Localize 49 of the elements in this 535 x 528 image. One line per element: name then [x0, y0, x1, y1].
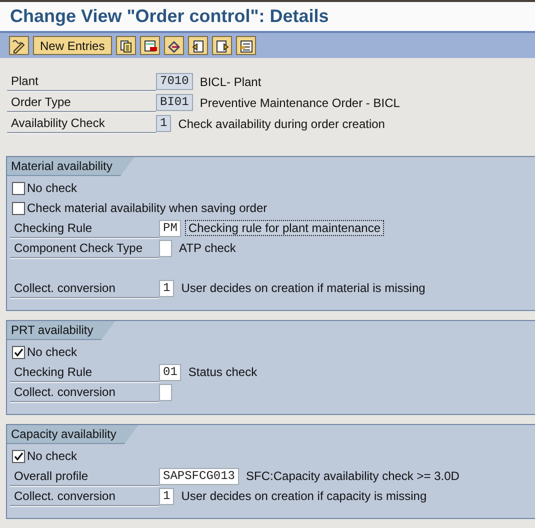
checkbox[interactable] [12, 202, 25, 214]
checkbox-label: Check material availability when saving order [27, 201, 268, 215]
input-field[interactable]: BI01 [156, 94, 193, 111]
undo-icon[interactable] [164, 36, 184, 55]
field-label: Plant [7, 72, 156, 91]
checkbox-label: No check [27, 449, 78, 463]
input-field[interactable] [159, 384, 172, 400]
window-title: Change View "Order control": Details [10, 5, 329, 28]
input-field[interactable]: 1 [159, 280, 174, 296]
field-label: Collect. conversion [10, 278, 159, 298]
field-description: Preventive Maintenance Order - BICL [198, 94, 401, 110]
field-label: Collect. conversion [10, 382, 159, 402]
previous-entry-icon[interactable] [188, 36, 208, 55]
field-label: Component Check Type [10, 238, 159, 258]
field-label: Collect. conversion [10, 486, 159, 506]
checkbox[interactable] [12, 346, 25, 358]
select-block-icon[interactable] [236, 36, 256, 55]
checkbox-label: No check [27, 181, 78, 195]
input-field[interactable]: 7010 [156, 73, 193, 90]
field-label: Availability Check [7, 114, 156, 133]
field-label: Order Type [7, 93, 156, 112]
input-field[interactable]: 01 [159, 364, 182, 380]
field-description: Check availability during order creation [177, 116, 386, 132]
group-title: PRT availability [7, 321, 116, 340]
group-title: Material availability [7, 157, 134, 176]
field-label: Overall profile [10, 466, 159, 486]
input-field[interactable] [159, 240, 172, 256]
field-description: SFC:Capacity availability check >= 3.0D [245, 468, 460, 484]
field-description: BICL- Plant [198, 74, 262, 90]
checkbox[interactable] [12, 450, 25, 462]
new-entries-button[interactable]: New Entries [33, 36, 112, 55]
input-field[interactable]: 1 [159, 488, 174, 504]
input-field[interactable]: PM [159, 220, 182, 236]
field-description: User decides on creation if material is missing [180, 280, 426, 296]
checkbox-label: No check [27, 345, 78, 359]
delete-icon[interactable] [140, 36, 160, 55]
field-description: ATP check [178, 240, 237, 256]
field-description: Checking rule for plant maintenance [185, 220, 384, 236]
field-label: Checking Rule [10, 218, 159, 238]
group-title: Capacity availability [7, 425, 138, 444]
copy-icon[interactable] [116, 36, 136, 55]
input-field[interactable]: 1 [156, 115, 172, 132]
field-description: Status check [187, 364, 258, 380]
checkbox[interactable] [12, 182, 25, 194]
field-label: Checking Rule [10, 362, 159, 382]
field-description: User decides on creation if capacity is missing [180, 488, 428, 504]
next-entry-icon[interactable] [212, 36, 232, 55]
display-change-icon[interactable] [9, 36, 29, 55]
input-field[interactable]: SAPSFCG013 [159, 468, 240, 484]
